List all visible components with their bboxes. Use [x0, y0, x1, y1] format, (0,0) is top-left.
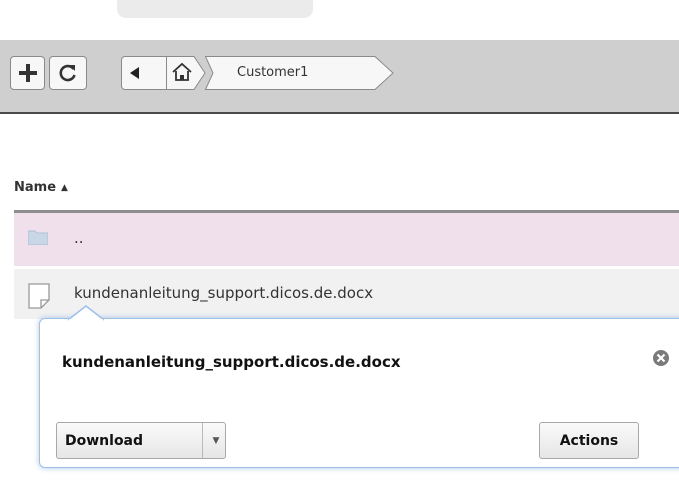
- close-icon[interactable]: [652, 349, 670, 367]
- popup-pointer: [68, 305, 104, 321]
- folder-icon: [28, 230, 48, 245]
- list-item-label: ..: [74, 229, 84, 247]
- button-divider: [202, 423, 203, 458]
- sort-ascending-icon: ▲: [61, 182, 68, 193]
- refresh-button[interactable]: [49, 56, 87, 90]
- new-button[interactable]: [10, 56, 45, 90]
- download-button[interactable]: Download ▼: [56, 422, 226, 459]
- list-item-label: kundenanleitung_support.dicos.de.docx: [74, 284, 374, 302]
- refresh-icon: [59, 64, 76, 82]
- name-column-header[interactable]: Name ▲: [14, 180, 68, 195]
- download-label: Download: [65, 432, 144, 449]
- list-item-file[interactable]: kundenanleitung_support.dicos.de.docx: [14, 269, 679, 319]
- document-icon: [28, 283, 50, 309]
- breadcrumb-home[interactable]: [166, 56, 206, 90]
- top-tab-stub: [117, 0, 313, 18]
- column-header-label: Name: [14, 180, 57, 195]
- list-item-parent-folder[interactable]: ..: [14, 213, 679, 266]
- actions-label: Actions: [559, 432, 619, 449]
- plus-icon: [18, 64, 37, 82]
- back-button[interactable]: [121, 56, 167, 90]
- actions-button[interactable]: Actions: [539, 422, 639, 459]
- popup-title: kundenanleitung_support.dicos.de.docx: [62, 353, 401, 371]
- breadcrumb-current-label: Customer1: [237, 65, 309, 80]
- back-arrow-icon: [130, 67, 139, 79]
- toolbar: Customer1: [0, 40, 679, 114]
- chevron-down-icon[interactable]: ▼: [206, 423, 226, 458]
- file-popup: kundenanleitung_support.dicos.de.docx Do…: [39, 318, 679, 468]
